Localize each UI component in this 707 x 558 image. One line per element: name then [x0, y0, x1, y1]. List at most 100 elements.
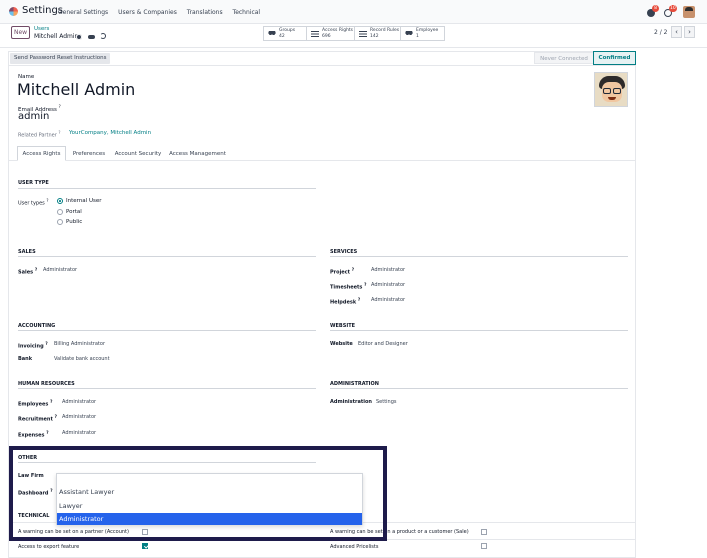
field-value-helpdesk[interactable]: Administrator — [371, 297, 405, 303]
field-value-bank[interactable]: Validate bank account — [54, 356, 110, 362]
employee-stat-button[interactable]: Employee 1 — [400, 26, 445, 41]
related-partner-label-text: Related Partner — [18, 132, 57, 139]
field-value-invoicing[interactable]: Billing Administrator — [54, 341, 105, 347]
main-menu: General Settings Users & Companies Trans… — [58, 9, 268, 16]
field-label-recruitment: Recruitment ? — [18, 414, 57, 423]
tab-access-management[interactable]: Access Management — [166, 146, 229, 161]
help-icon[interactable]: ? — [46, 198, 48, 203]
radio-public[interactable] — [57, 219, 63, 225]
stat-label: Groups — [279, 28, 296, 33]
section-website-title: WEBSITE — [330, 323, 356, 329]
field-value-expenses[interactable]: Administrator — [62, 430, 96, 436]
help-icon[interactable]: ? — [352, 267, 354, 272]
row-divider — [9, 539, 636, 540]
field-label-invoicing: Invoicing ? — [18, 341, 48, 350]
new-button[interactable]: New — [11, 26, 30, 39]
email-field[interactable]: admin — [18, 111, 49, 122]
field-label-helpdesk: Helpdesk ? — [330, 297, 360, 306]
user-types-label-text: User types — [18, 200, 45, 207]
help-icon[interactable]: ? — [46, 430, 48, 435]
list-icon — [311, 31, 319, 37]
section-divider — [18, 188, 316, 189]
status-confirmed[interactable]: Confirmed — [593, 51, 636, 65]
field-value-sales[interactable]: Administrator — [43, 267, 77, 273]
menu-users-companies[interactable]: Users & Companies — [118, 9, 177, 16]
menu-general-settings[interactable]: General Settings — [58, 9, 108, 16]
cloud-save-icon[interactable] — [88, 35, 95, 39]
settings-app-icon[interactable] — [9, 7, 18, 16]
menu-technical[interactable]: Technical — [233, 9, 261, 16]
tab-access-rights[interactable]: Access Rights — [17, 146, 66, 161]
field-value-project[interactable]: Administrator — [371, 267, 405, 273]
undo-icon[interactable] — [100, 33, 106, 39]
user-name-field[interactable]: Mitchell Admin — [17, 80, 135, 99]
field-label-text: Project — [330, 269, 351, 276]
dropdown-option-selected[interactable]: Administrator — [57, 513, 362, 525]
technical-checkbox[interactable] — [142, 529, 148, 535]
help-icon[interactable]: ? — [50, 399, 52, 404]
dropdown-option[interactable]: Lawyer — [57, 500, 362, 512]
field-value-recruitment[interactable]: Administrator — [62, 414, 96, 420]
field-value-administration[interactable]: Settings — [376, 399, 397, 405]
field-label-website: Website — [330, 341, 353, 347]
field-label-administration: Administration — [330, 399, 372, 405]
help-icon[interactable]: ? — [58, 130, 60, 135]
help-icon[interactable]: ? — [364, 282, 366, 287]
section-other-title: OTHER — [18, 455, 38, 461]
related-partner-link[interactable]: YourCompany, Mitchell Admin — [69, 130, 151, 136]
breadcrumb-current: Mitchell Admin — [34, 33, 79, 40]
stat-label: Access Rights — [322, 28, 354, 33]
radio-portal[interactable] — [57, 209, 63, 215]
section-services-title: SERVICES — [330, 249, 358, 255]
radio-internal-user[interactable] — [57, 198, 63, 204]
breadcrumb-parent[interactable]: Users — [34, 26, 49, 32]
field-label-text: Dashboard — [18, 490, 49, 497]
stat-label: Record Rules — [370, 28, 400, 33]
tab-account-security[interactable]: Account Security — [111, 146, 165, 161]
access-rights-stat-button[interactable]: Access Rights 696 — [306, 26, 355, 41]
field-label-timesheets: Timesheets ? — [330, 282, 367, 291]
chat-badge: 8 — [652, 5, 659, 12]
technical-checkbox[interactable] — [481, 543, 487, 549]
pager-previous-button[interactable]: ‹ — [671, 26, 682, 38]
section-sales-title: SALES — [18, 249, 36, 255]
user-avatar[interactable] — [683, 6, 695, 18]
radio-label-portal[interactable]: Portal — [66, 209, 82, 215]
technical-checkbox[interactable] — [142, 543, 148, 549]
pager-next-button[interactable]: › — [684, 26, 695, 38]
technical-checkbox[interactable] — [481, 529, 487, 535]
section-divider — [18, 256, 316, 257]
field-value-employees[interactable]: Administrator — [62, 399, 96, 405]
field-value-website[interactable]: Editor and Designer — [358, 341, 408, 347]
avatar-glasses-right — [613, 88, 621, 94]
help-icon[interactable]: ? — [55, 414, 57, 419]
tab-preferences[interactable]: Preferences — [67, 146, 111, 161]
help-icon[interactable]: ? — [59, 104, 61, 109]
help-icon[interactable]: ? — [35, 267, 37, 272]
radio-label-internal-user[interactable]: Internal User — [66, 198, 101, 204]
radio-label-public[interactable]: Public — [66, 219, 82, 225]
user-types-label: User types ? — [18, 198, 48, 207]
field-value-timesheets[interactable]: Administrator — [371, 282, 405, 288]
technical-label: Advanced Pricelists — [330, 544, 379, 550]
help-icon[interactable]: ? — [50, 488, 52, 493]
technical-label: A warning can be set on a partner (Accou… — [18, 529, 129, 535]
status-never-connected[interactable]: Never Connected — [534, 52, 594, 64]
section-accounting-title: ACCOUNTING — [18, 323, 56, 329]
pager-value[interactable]: 2 / 2 — [654, 29, 667, 36]
record-rules-stat-button[interactable]: Record Rules 142 — [354, 26, 401, 41]
related-partner-label: Related Partner ? — [18, 130, 60, 139]
profile-avatar[interactable] — [594, 72, 628, 107]
users-icon — [405, 31, 413, 37]
menu-translations[interactable]: Translations — [187, 9, 223, 16]
dropdown-option[interactable]: Assistant Lawyer — [57, 486, 362, 498]
field-label-sales: Sales ? — [18, 267, 37, 276]
help-icon[interactable]: ? — [45, 341, 47, 346]
app-title[interactable]: Settings — [22, 5, 63, 16]
groups-stat-button[interactable]: Groups 42 — [263, 26, 309, 41]
help-icon[interactable]: ? — [358, 297, 360, 302]
gear-icon[interactable] — [76, 34, 82, 40]
users-icon — [268, 31, 276, 37]
send-password-reset-button[interactable]: Send Password Reset Instructions — [10, 53, 111, 64]
section-divider — [18, 462, 316, 463]
